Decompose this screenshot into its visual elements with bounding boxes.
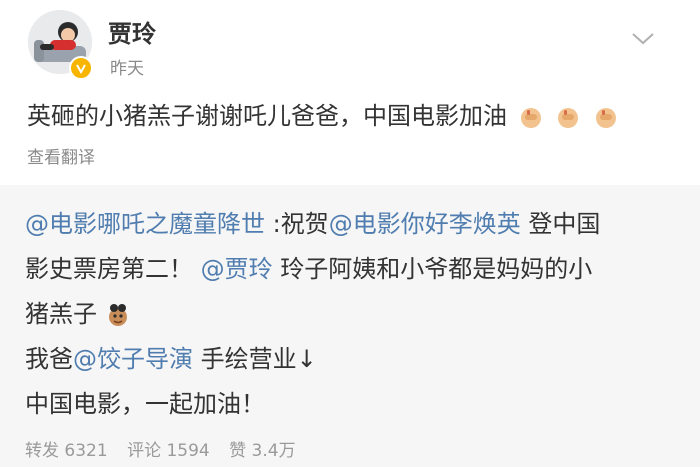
mention-link[interactable]: @电影你好李焕英 xyxy=(329,210,521,238)
fist-emoji-icon xyxy=(520,108,541,128)
comment-count[interactable]: 评论 1594 xyxy=(127,441,210,461)
repost-line-1: @电影哪吒之魔童降世 :祝贺@电影你好李焕英 登中国 xyxy=(25,207,600,241)
repost-text: 中国电影，一起加油！ xyxy=(25,390,265,418)
repost-card[interactable]: @电影哪吒之魔童降世 :祝贺@电影你好李焕英 登中国 影史票房第二！ @贾玲 玲… xyxy=(0,185,700,467)
repost-text: :祝贺 xyxy=(265,210,329,238)
mention-link[interactable]: @电影哪吒之魔童降世 xyxy=(25,210,265,238)
repost-line-5: 中国电影，一起加油！ xyxy=(25,387,265,421)
translate-link[interactable]: 查看翻译 xyxy=(27,143,95,168)
post-time: 昨天 xyxy=(110,59,144,79)
mention-link[interactable]: @贾玲 xyxy=(201,255,273,283)
emoji-row xyxy=(519,99,624,135)
fist-emoji-icon xyxy=(558,108,579,128)
repost-text: 手绘营业↓ xyxy=(193,345,317,373)
repost-count[interactable]: 转发 6321 xyxy=(25,441,108,461)
chevron-down-icon[interactable] xyxy=(630,30,656,48)
repost-text: 登中国 xyxy=(520,210,601,238)
like-count[interactable]: 赞 3.4万 xyxy=(229,441,295,461)
repost-line-2: 影史票房第二！ @贾玲 玲子阿姨和小爷都是妈妈的小 xyxy=(25,252,592,286)
repost-text: 玲子阿姨和小爷都是妈妈的小 xyxy=(272,255,593,283)
post-body: 英砸的小猪羔子谢谢吒儿爸爸，中国电影加油 xyxy=(27,98,624,135)
author-name[interactable]: 贾玲 xyxy=(108,14,156,49)
verified-badge-icon xyxy=(69,56,93,80)
post-text: 英砸的小猪羔子谢谢吒儿爸爸，中国电影加油 xyxy=(27,102,507,130)
repost-stats: 转发 6321 评论 1594 赞 3.4万 xyxy=(25,436,310,461)
fist-emoji-icon xyxy=(595,108,616,128)
repost-text: 影史票房第二！ xyxy=(25,255,193,283)
nezha-emoji-icon xyxy=(108,304,127,326)
repost-line-3: 猪羔子 xyxy=(25,297,131,331)
mention-link[interactable]: @饺子导演 xyxy=(73,345,193,373)
repost-text: 我爸 xyxy=(25,345,73,373)
repost-text: 猪羔子 xyxy=(25,300,97,328)
repost-line-4: 我爸@饺子导演 手绘营业↓ xyxy=(25,342,317,376)
post-header: 贾玲 昨天 xyxy=(0,0,700,86)
